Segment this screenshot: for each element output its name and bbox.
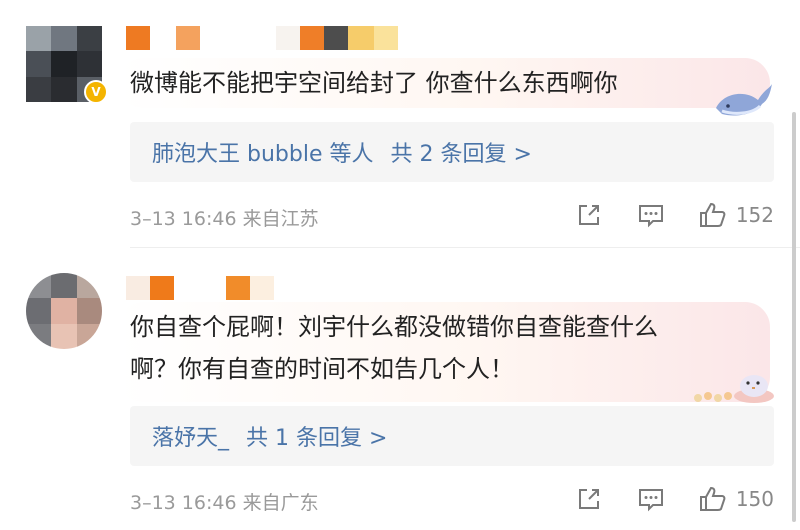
whale-sticker-icon (716, 84, 772, 116)
comment-meta: 3–13 16:46 来自广东 (130, 492, 319, 514)
bird-sticker-icon (694, 375, 774, 403)
comment-card: V 微博能不能把宇空间给封了 你查什么东西啊你 肺泡大王 bubble 等人 共… (0, 0, 800, 248)
replies-box[interactable]: 肺泡大王 bubble 等人 共 2 条回复 > (130, 122, 774, 182)
reply-user-link[interactable]: 肺泡大王 bubble (152, 142, 322, 167)
reply-user-link[interactable]: 落妤天_ (152, 426, 229, 451)
comment-icon[interactable] (636, 484, 666, 514)
username-mosaic[interactable] (126, 26, 398, 50)
divider (130, 247, 800, 248)
view-replies-link[interactable]: 共 1 条回复 > (246, 426, 387, 451)
share-icon[interactable] (574, 200, 604, 230)
like-icon[interactable] (698, 200, 728, 230)
comment-meta: 3–13 16:46 来自江苏 (130, 208, 319, 230)
comment-text: 你自查个屁啊！刘宇什么都没做错你自查能查什么 啊？你有自查的时间不如告几个人！ (130, 313, 658, 383)
comment-actions: 150 (574, 484, 774, 514)
share-icon[interactable] (574, 484, 604, 514)
comment-icon[interactable] (636, 200, 666, 230)
replies-box[interactable]: 落妤天_ 共 1 条回复 > (130, 406, 774, 466)
avatar[interactable] (26, 273, 102, 349)
scrollbar[interactable] (792, 112, 796, 522)
verified-badge-icon: V (84, 80, 108, 104)
avatar-mosaic (26, 273, 102, 349)
reply-user-suffix: 等人 (329, 142, 374, 167)
like-count: 150 (735, 487, 774, 511)
comment-text: 微博能不能把宇空间给封了 你查什么东西啊你 (130, 69, 618, 97)
like-count: 152 (735, 203, 774, 227)
like-icon[interactable] (698, 484, 728, 514)
comment-actions: 152 (574, 200, 774, 230)
username-mosaic[interactable] (126, 276, 274, 300)
view-replies-link[interactable]: 共 2 条回复 > (391, 142, 532, 167)
comment-card: 你自查个屁啊！刘宇什么都没做错你自查能查什么 啊？你有自查的时间不如告几个人！ … (0, 250, 800, 530)
